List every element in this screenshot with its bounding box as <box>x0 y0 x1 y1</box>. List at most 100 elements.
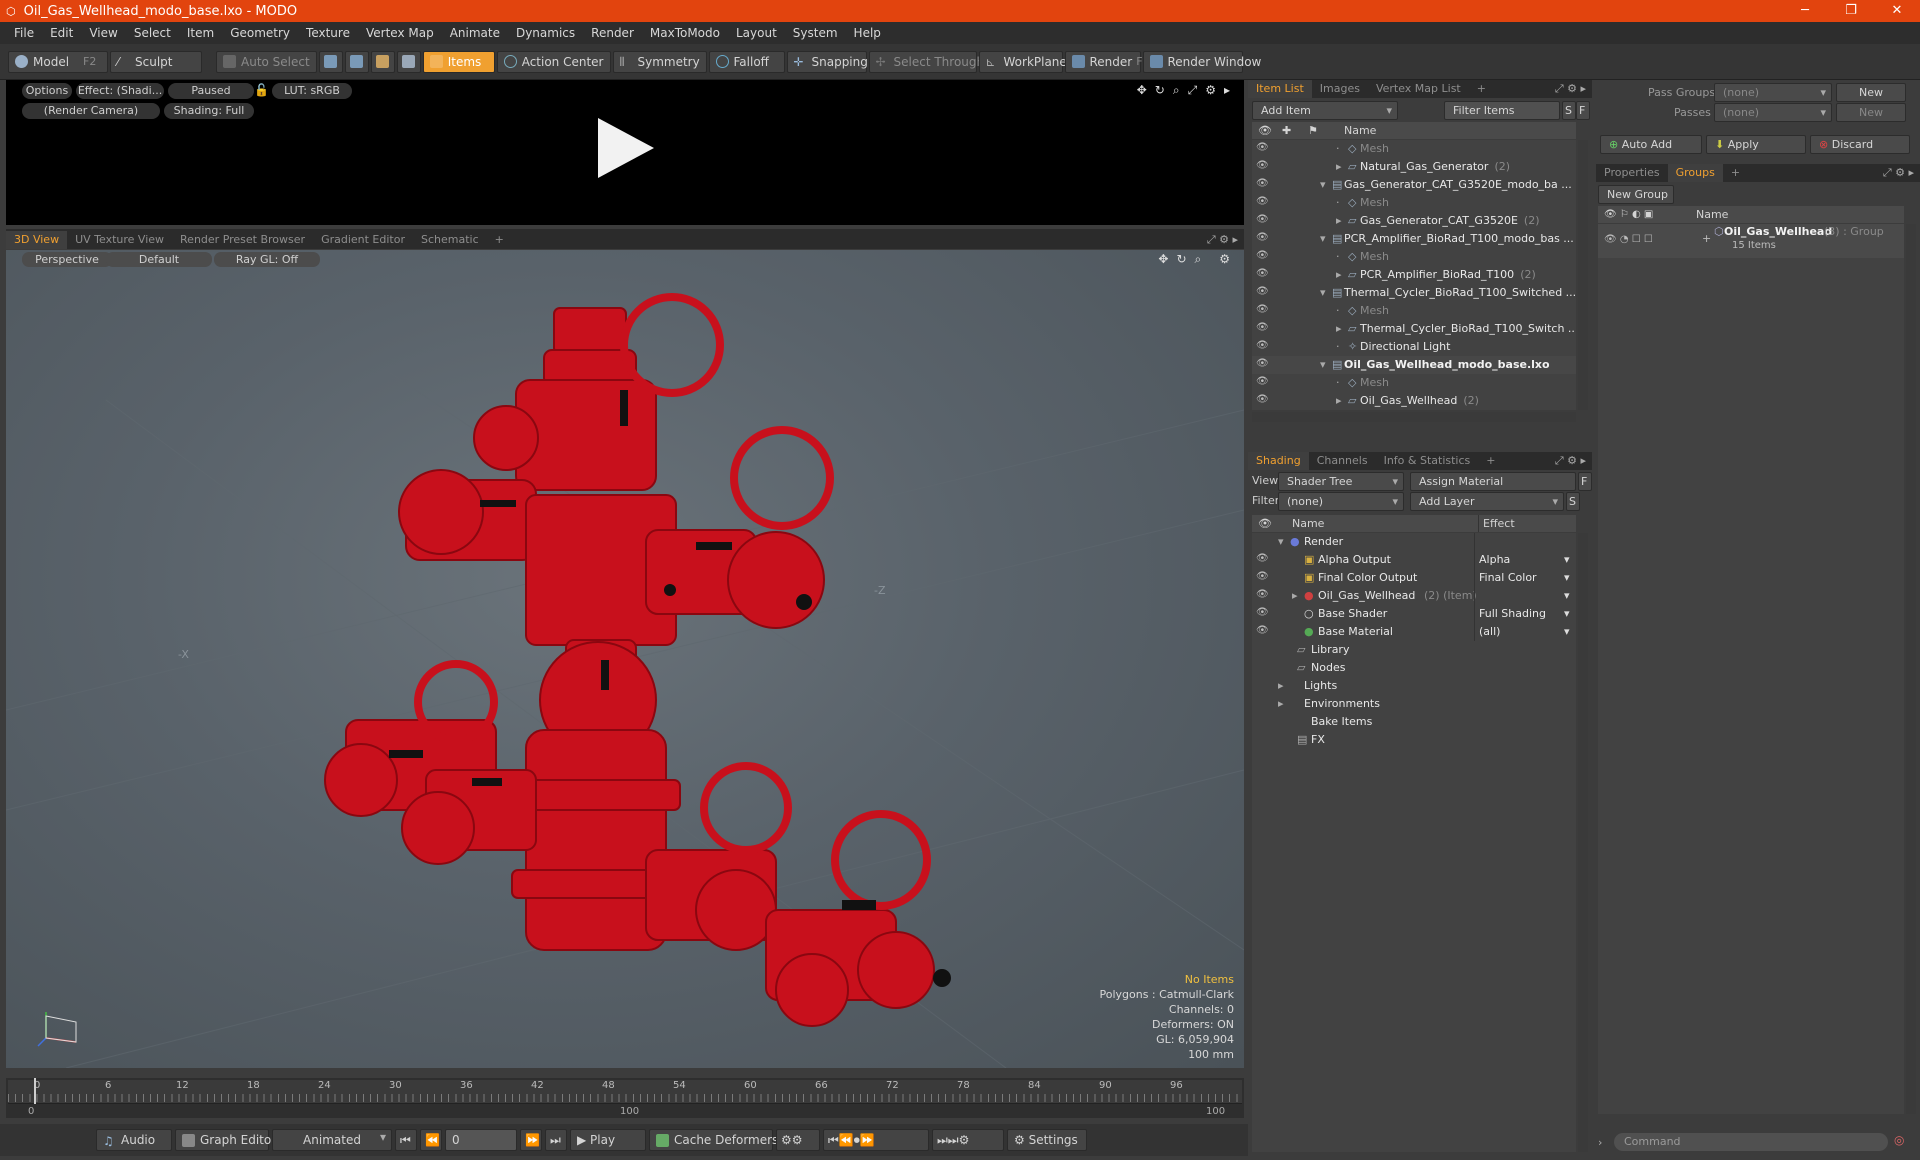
item-list-row[interactable]: 👁 ▾ ▤ Gas_Generator_CAT_G3520E_modo_ba ... <box>1252 176 1576 194</box>
chevron-down-icon[interactable]: ▾ <box>1564 551 1570 569</box>
menu-select[interactable]: Select <box>126 26 179 40</box>
shading-f-button[interactable]: F <box>1578 472 1592 491</box>
new-pass-group-button[interactable]: New <box>1836 83 1906 102</box>
shader-tree-row[interactable]: ▾ ● Render <box>1252 533 1576 551</box>
zoom-view-icon[interactable]: ⌕ <box>1173 83 1180 98</box>
item-list-row[interactable]: 👁 ▸ ▱ PCR_Amplifier_BioRad_T100 (2) <box>1252 266 1576 284</box>
maximize-button[interactable]: ❐ <box>1828 0 1874 22</box>
menu-render[interactable]: Render <box>583 26 642 40</box>
rotate-view-icon[interactable]: ↻ <box>1155 83 1165 98</box>
render-window-button[interactable]: Render Window <box>1142 50 1261 73</box>
item-list-row[interactable]: 👁 · ◇ Mesh <box>1252 140 1576 158</box>
add-groups-tab-button[interactable]: + <box>1723 164 1748 182</box>
shader-tree[interactable]: ▾ ● Render 👁 ▣ Alpha Output Alpha ▾ 👁 ▣ Final Colo… <box>1252 533 1576 1152</box>
shader-tree-row[interactable]: ▸ Environments <box>1252 695 1576 713</box>
expand-arrow-icon[interactable]: ▾ <box>1320 230 1326 248</box>
action-center-button[interactable]: Action Center <box>496 50 611 73</box>
settings-button[interactable]: ⚙ Settings <box>1007 1129 1087 1151</box>
shader-tree-row[interactable]: 👁 ▣ Final Color Output Final Color ▾ <box>1252 569 1576 587</box>
minimize-button[interactable]: ─ <box>1782 0 1828 22</box>
audio-button[interactable]: ♫ Audio <box>96 1129 172 1151</box>
render-preview[interactable]: Options Effect: (Shadi... Paused 🔓 LUT: … <box>6 80 1244 225</box>
item-visibility-icon[interactable]: 👁 <box>1256 395 1269 405</box>
item-visibility-icon[interactable]: 👁 <box>1256 377 1269 387</box>
move-view-icon[interactable]: ✥ <box>1137 83 1147 98</box>
add-item-dropdown[interactable]: Add Item <box>1252 101 1398 120</box>
shading-s-button[interactable]: S <box>1566 492 1580 511</box>
play-icon[interactable] <box>592 114 658 182</box>
menu-layout[interactable]: Layout <box>728 26 785 40</box>
expand-arrow-icon[interactable]: · <box>1336 140 1340 158</box>
item-list-row[interactable]: 👁 ▸ ▱ Thermal_Cycler_BioRad_T100_Switch ... <box>1252 320 1576 338</box>
expand-arrow-icon[interactable]: · <box>1336 374 1340 392</box>
timeline-ruler[interactable] <box>8 1080 1242 1104</box>
item-visibility-icon[interactable]: 👁 <box>1256 179 1269 189</box>
item-list-row[interactable]: 👁 · ◇ Mesh <box>1252 302 1576 320</box>
tab-shading[interactable]: Shading <box>1248 452 1309 470</box>
expand-arrow-icon[interactable]: · <box>1336 248 1340 266</box>
next-key-button[interactable]: ⏩ <box>520 1129 542 1151</box>
item-visibility-icon[interactable]: 👁 <box>1256 197 1269 207</box>
command-record-icon[interactable]: ◎ <box>1894 1133 1904 1147</box>
wellhead-model[interactable] <box>6 250 1244 1068</box>
item-list-row[interactable]: 👁 · ✧ Directional Light <box>1252 338 1576 356</box>
item-visibility-icon[interactable]: 👁 <box>1256 233 1269 243</box>
vertices-mode-button[interactable] <box>318 50 343 73</box>
menu-maxtomodo[interactable]: MaxToModo <box>642 26 728 40</box>
item-visibility-icon[interactable]: 👁 <box>1256 161 1269 171</box>
menu-animate[interactable]: Animate <box>442 26 508 40</box>
tab-channels[interactable]: Channels <box>1309 452 1376 470</box>
shader-effect-dropdown[interactable] <box>1474 587 1576 605</box>
item-visibility-icon[interactable]: 👁 <box>1256 323 1269 333</box>
item-list-tree[interactable]: 👁 · ◇ Mesh 👁 ▸ ▱ Natural_Gas_Generator (2) 👁 ▾ ▤ Gas… <box>1252 140 1576 410</box>
item-list-row[interactable]: 👁 · ◇ Mesh <box>1252 248 1576 266</box>
expand-arrow-icon[interactable]: ▸ <box>1336 266 1342 284</box>
item-visibility-icon[interactable]: 👁 <box>1256 287 1269 297</box>
expand-arrow-icon[interactable]: ▾ <box>1320 176 1326 194</box>
shader-tree-row[interactable]: ▱ Nodes <box>1252 659 1576 677</box>
lut-dropdown[interactable]: LUT: sRGB <box>272 83 352 99</box>
group-expand-icon[interactable]: + <box>1702 232 1711 245</box>
item-visibility-icon[interactable]: 👁 <box>1256 215 1269 225</box>
lock-icon[interactable]: 🔓 <box>254 83 269 97</box>
shader-tree-row[interactable]: 👁 ○ Base Shader Full Shading ▾ <box>1252 605 1576 623</box>
tab-info-statistics[interactable]: Info & Statistics <box>1376 452 1479 470</box>
key-tools-button[interactable]: ⚙⚙ <box>776 1129 820 1151</box>
shader-tree-row[interactable]: ▱ Library <box>1252 641 1576 659</box>
panel-options-icon[interactable]: ⤢ ⚙ ▸ <box>1549 80 1592 98</box>
add-layer-dropdown[interactable]: Add Layer <box>1410 492 1564 511</box>
passes-dropdown[interactable]: (none) <box>1714 103 1832 122</box>
materials-mode-button[interactable] <box>396 50 421 73</box>
item-list-row[interactable]: 👁 ▾ ▤ Thermal_Cycler_BioRad_T100_Switched .… <box>1252 284 1576 302</box>
item-visibility-icon[interactable]: 👁 <box>1256 251 1269 261</box>
tab-render-preset-browser[interactable]: Render Preset Browser <box>172 231 313 249</box>
shader-expand-arrow-icon[interactable]: ▸ <box>1278 677 1284 695</box>
polygons-mode-button[interactable] <box>370 50 395 73</box>
edges-mode-button[interactable] <box>344 50 369 73</box>
shader-tree-scrollbar[interactable] <box>1578 533 1588 1152</box>
item-list-scrollbar[interactable] <box>1578 140 1588 410</box>
shader-expand-arrow-icon[interactable]: ▾ <box>1278 533 1284 551</box>
expand-arrow-icon[interactable]: ▸ <box>1336 212 1342 230</box>
go-end-button[interactable]: ⏭ <box>545 1129 567 1151</box>
filter-f-button[interactable]: F <box>1576 101 1590 120</box>
menu-file[interactable]: File <box>6 26 42 40</box>
falloff-button[interactable]: Falloff <box>708 50 785 73</box>
select-through-button[interactable]: ✢ Select Through <box>868 50 984 73</box>
prev-key-button[interactable]: ⏪ <box>420 1129 442 1151</box>
expand-arrow-icon[interactable]: ▸ <box>1336 392 1342 410</box>
render-camera-dropdown[interactable]: (Render Camera) <box>22 103 160 119</box>
symmetry-button[interactable]: ⫴ Symmetry <box>612 50 707 73</box>
apply-button[interactable]: ⬇ Apply <box>1706 135 1806 154</box>
auto-add-button[interactable]: ⊕ Auto Add <box>1600 135 1702 154</box>
item-visibility-icon[interactable]: 👁 <box>1256 341 1269 351</box>
shader-visibility-icon[interactable]: 👁 <box>1256 572 1269 582</box>
tab-gradient-editor[interactable]: Gradient Editor <box>313 231 413 249</box>
snapping-button[interactable]: ✛ Snapping <box>786 50 868 73</box>
menu-edit[interactable]: Edit <box>42 26 81 40</box>
chevron-down-icon[interactable]: ▾ <box>1564 569 1570 587</box>
go-start-button[interactable]: ⏮ <box>395 1129 417 1151</box>
shading-options-icon[interactable]: ⤢ ⚙ ▸ <box>1549 452 1592 470</box>
workplane-button[interactable]: ⊾ WorkPlane <box>978 50 1067 73</box>
tab-images[interactable]: Images <box>1312 80 1368 98</box>
